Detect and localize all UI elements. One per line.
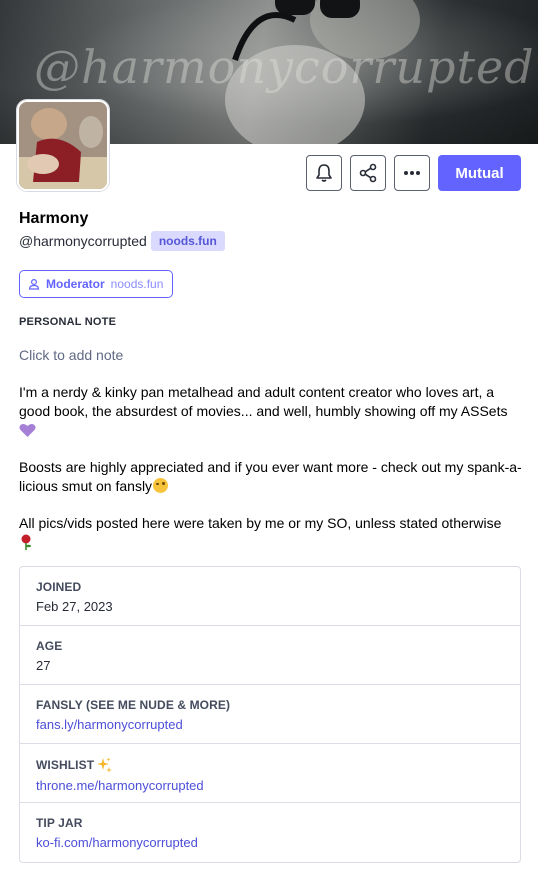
bio-text-1: I'm a nerdy & kinky pan metalhead and ad… xyxy=(19,384,508,419)
avatar-photo xyxy=(19,102,107,189)
purple-heart-icon xyxy=(19,423,36,437)
field-label: JOINED xyxy=(36,580,82,594)
bio-paragraph: I'm a nerdy & kinky pan metalhead and ad… xyxy=(19,383,524,440)
field-value: 27 xyxy=(36,658,51,673)
account-bio: I'm a nerdy & kinky pan metalhead and ad… xyxy=(19,383,524,570)
mutual-button[interactable]: Mutual xyxy=(438,155,521,191)
share-icon xyxy=(359,163,377,183)
bio-text-2: Boosts are highly appreciated and if you… xyxy=(19,459,522,494)
field-label-row: WISHLIST xyxy=(36,757,504,773)
role-name: Moderator xyxy=(46,277,105,291)
bio-paragraph: All pics/vids posted here were taken by … xyxy=(19,514,524,552)
profile-fields: JOINED Feb 27, 2023 AGE 27 FANSLY (SEE M… xyxy=(19,566,521,863)
share-button[interactable] xyxy=(350,155,386,191)
fansly-link[interactable]: fans.ly/harmonycorrupted xyxy=(36,717,504,732)
winking-face-icon xyxy=(153,478,169,493)
field-label: AGE xyxy=(36,639,63,653)
field-row-fansly: FANSLY (SEE ME NUDE & MORE) fans.ly/harm… xyxy=(20,685,520,744)
field-row-joined: JOINED Feb 27, 2023 xyxy=(20,567,520,626)
field-row-age: AGE 27 xyxy=(20,626,520,685)
role-domain: noods.fun xyxy=(110,277,164,291)
notify-button[interactable] xyxy=(306,155,342,191)
account-handle[interactable]: @harmonycorrupted xyxy=(19,233,147,249)
display-name: Harmony xyxy=(19,210,89,227)
field-label: TIP JAR xyxy=(36,816,83,830)
bell-icon xyxy=(316,164,332,182)
account-handle-row: @harmonycorrupted noods.fun xyxy=(19,231,225,251)
field-label: FANSLY (SEE ME NUDE & MORE) xyxy=(36,698,231,712)
tip-jar-link[interactable]: ko-fi.com/harmonycorrupted xyxy=(36,835,504,850)
bio-text-3: All pics/vids posted here were taken by … xyxy=(19,515,502,531)
more-icon xyxy=(404,171,420,175)
field-value: Feb 27, 2023 xyxy=(36,599,113,614)
profile-actions: Mutual xyxy=(306,155,521,191)
banner-watermark: @harmonycorrupted xyxy=(34,40,535,94)
domain-badge: noods.fun xyxy=(150,231,225,251)
bio-paragraph: Boosts are highly appreciated and if you… xyxy=(19,458,524,496)
wishlist-link[interactable]: throne.me/harmonycorrupted xyxy=(36,778,504,793)
field-label: WISHLIST xyxy=(36,758,95,772)
sparkles-icon xyxy=(97,757,113,773)
field-row-wishlist: WISHLIST throne.me/harmonycorrupted xyxy=(20,744,520,803)
role-badge: Moderator noods.fun xyxy=(19,270,174,298)
more-button[interactable] xyxy=(394,155,430,191)
personal-note-title: PERSONAL NOTE xyxy=(19,316,117,328)
personal-note-input[interactable]: Click to add note xyxy=(19,347,123,363)
user-icon xyxy=(28,278,40,290)
field-row-tip-jar: TIP JAR ko-fi.com/harmonycorrupted xyxy=(20,803,520,862)
rose-icon xyxy=(21,534,31,550)
avatar[interactable] xyxy=(17,100,109,191)
